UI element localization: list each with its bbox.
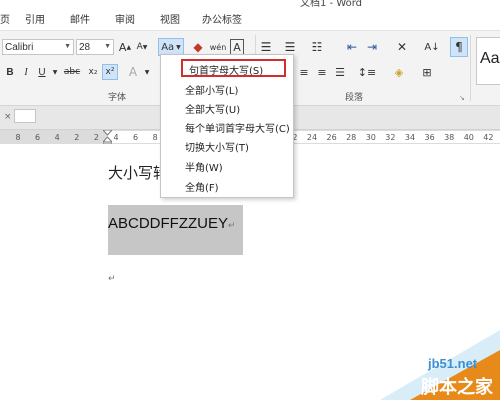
document-heading: 大小写转: [108, 164, 169, 182]
ruler-number: 2: [93, 133, 99, 142]
title-bar: 文档1 - Word: [0, 0, 500, 8]
watermark-site: jb51.net: [428, 356, 478, 371]
menu-item-sentence-case[interactable]: 句首字母大写(S): [189, 62, 263, 77]
line-spacing-icon[interactable]: ↕≡: [356, 65, 378, 79]
paragraph-mark: ↵: [108, 274, 116, 284]
tab-partial[interactable]: 页: [0, 11, 10, 26]
increase-indent-icon[interactable]: ⇥: [364, 39, 380, 55]
close-icon[interactable]: ×: [4, 112, 12, 122]
font-name-combo[interactable]: Calibri ▼: [2, 39, 74, 55]
watermark-name: 脚本之家: [421, 377, 493, 398]
menu-item-uppercase[interactable]: 全部大写(U): [185, 101, 240, 116]
menu-item-lowercase[interactable]: 全部小写(L): [185, 82, 238, 97]
sort-icon[interactable]: A↓: [424, 39, 440, 55]
paragraph-group-label: 段落: [345, 93, 364, 103]
ruler-number: 30: [365, 133, 376, 142]
phonetic-guide-icon[interactable]: wén: [210, 39, 227, 55]
ruler-number: 36: [424, 133, 435, 142]
borders-icon[interactable]: ⊞: [416, 65, 438, 79]
align-center-icon[interactable]: ≡: [296, 65, 312, 79]
ruler-number: 28: [346, 133, 357, 142]
bold-button[interactable]: B: [4, 65, 16, 79]
ruler-field[interactable]: [14, 109, 36, 123]
tab-view[interactable]: 视图: [160, 11, 180, 26]
ruler-number: 24: [306, 133, 318, 142]
font-size-combo[interactable]: 28 ▼: [76, 39, 114, 55]
italic-button[interactable]: I: [20, 65, 32, 79]
align-right-icon[interactable]: ≡: [314, 65, 330, 79]
chevron-down-icon[interactable]: ▼: [143, 65, 151, 79]
ruler-number: 2: [74, 133, 80, 142]
numbering-icon[interactable]: ☰: [282, 39, 298, 55]
justify-icon[interactable]: ☰: [332, 65, 348, 79]
change-case-menu: 句首字母大写(S) 全部小写(L) 全部大写(U) 每个单词首字母大写(C) 切…: [160, 54, 294, 198]
dialog-launcher-icon[interactable]: ↘: [459, 94, 465, 102]
style-gallery[interactable]: Aa: [476, 37, 500, 85]
shading-icon[interactable]: ◈: [388, 65, 410, 79]
menu-bar: 页 引用 邮件 审阅 视图 办公标签: [0, 8, 500, 30]
chevron-down-icon[interactable]: ▼: [104, 43, 111, 50]
asian-layout-icon[interactable]: ✕: [392, 39, 412, 55]
grow-font-button[interactable]: A ▲: [118, 40, 132, 54]
ruler-number: 4: [54, 133, 60, 142]
ruler-number: 32: [385, 133, 396, 142]
ruler-number: 6: [35, 133, 41, 142]
ruler-number: 40: [463, 133, 474, 142]
underline-button[interactable]: U: [36, 65, 48, 79]
tab-review[interactable]: 审阅: [115, 11, 135, 26]
superscript-button[interactable]: x²: [102, 64, 118, 80]
strikethrough-button[interactable]: abc: [62, 65, 82, 79]
ruler-number: 34: [404, 133, 416, 142]
font-size-value: 28: [79, 41, 91, 53]
tab-office-tab[interactable]: 办公标签: [202, 11, 242, 26]
bullets-icon[interactable]: ☰: [258, 39, 274, 55]
multilevel-list-icon[interactable]: ☷: [306, 39, 328, 55]
selected-text[interactable]: ABCDDFFZZUEY↵: [108, 215, 236, 232]
eraser-icon[interactable]: ◆: [190, 39, 206, 55]
show-marks-icon[interactable]: ¶: [450, 37, 468, 57]
menu-item-half-width[interactable]: 半角(W): [185, 159, 223, 174]
ruler-number: 8: [15, 133, 21, 142]
font-group-label: 字体: [108, 93, 127, 103]
ruler-number: 26: [326, 133, 337, 142]
shrink-font-button[interactable]: A ▼: [135, 40, 149, 54]
tab-references[interactable]: 引用: [25, 11, 45, 26]
chevron-down-icon[interactable]: ▼: [51, 65, 59, 79]
indent-marker-icon[interactable]: [103, 130, 112, 144]
change-case-label: Aa: [161, 41, 175, 53]
window-title: 文档1 - Word: [300, 0, 363, 8]
ruler-number: 42: [483, 133, 494, 142]
chevron-down-icon[interactable]: ▼: [64, 43, 71, 50]
menu-item-toggle-case[interactable]: 切换大小写(T): [185, 139, 249, 154]
text-effects-button[interactable]: A: [126, 65, 140, 79]
ruler-number: 38: [444, 133, 455, 142]
subscript-button[interactable]: x₂: [86, 65, 100, 79]
char-border-icon[interactable]: A: [230, 39, 244, 55]
menu-item-capitalize-each-word[interactable]: 每个单词首字母大写(C): [185, 120, 290, 135]
group-divider: [470, 35, 471, 101]
font-name-value: Calibri: [5, 41, 34, 53]
style-preview: Aa: [480, 50, 500, 67]
decrease-indent-icon[interactable]: ⇤: [344, 39, 360, 55]
menu-item-full-width[interactable]: 全角(F): [185, 179, 219, 194]
tab-mailings[interactable]: 邮件: [70, 11, 90, 26]
ruler-number: 6: [133, 133, 139, 142]
